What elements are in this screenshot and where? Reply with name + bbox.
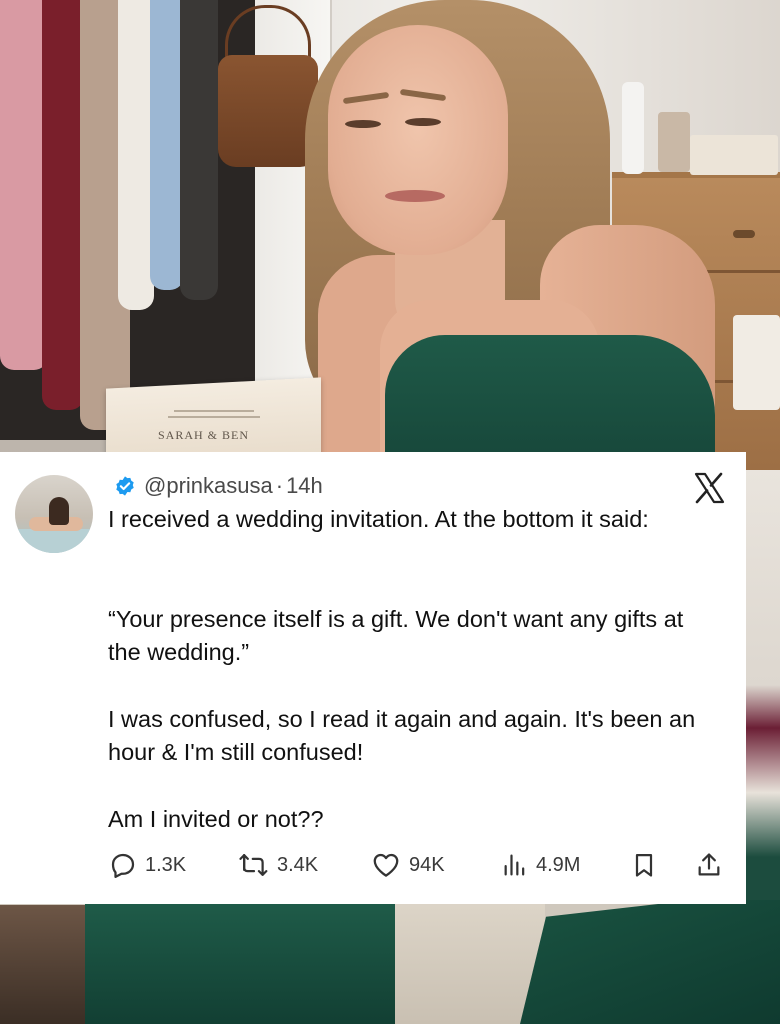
reply-button[interactable]: 1.3K — [108, 848, 186, 882]
repost-button[interactable]: 3.4K — [238, 848, 318, 882]
bottle — [622, 82, 644, 174]
user-handle[interactable]: @prinkasusa — [144, 473, 273, 499]
repost-icon — [239, 854, 268, 876]
green-skirt — [85, 900, 415, 1024]
bed-sheet — [395, 900, 545, 1024]
woman-face — [328, 25, 508, 255]
background-edge — [745, 470, 780, 900]
heart-icon — [373, 853, 399, 877]
share-icon — [698, 853, 720, 876]
verified-badge-icon — [116, 476, 134, 496]
reply-icon — [111, 853, 135, 878]
views-count: 4.9M — [536, 853, 581, 876]
bookmark-icon — [635, 853, 653, 877]
reply-count: 1.3K — [145, 853, 187, 876]
bookmark-button[interactable] — [630, 848, 665, 882]
like-count: 94K — [409, 853, 445, 876]
repost-count: 3.4K — [277, 853, 319, 876]
green-camisole — [385, 335, 715, 465]
separator-dot: · — [275, 473, 284, 498]
tweet-paragraph: Am I invited or not?? — [108, 806, 324, 832]
gift-box — [733, 315, 780, 410]
cup — [658, 112, 690, 172]
like-button[interactable]: 94K — [370, 848, 445, 882]
tweet-header: @prinkasusa · 14h — [114, 472, 323, 500]
timestamp[interactable]: 14h — [286, 473, 323, 499]
clothes-rack — [0, 0, 255, 440]
woman-mouth — [385, 190, 445, 202]
tweet-body: I received a wedding invitation. At the … — [108, 503, 708, 836]
tweet-paragraph: “Your presence itself is a gift. We don'… — [108, 606, 684, 665]
share-button[interactable] — [695, 848, 730, 882]
handbag — [218, 55, 318, 167]
x-logo-icon[interactable] — [692, 471, 726, 505]
tweet-actions: 1.3K 3.4K 94K 4.9M — [108, 848, 728, 882]
avatar[interactable] — [15, 475, 93, 553]
invitation-names: SARAH & BEN — [158, 428, 250, 442]
views-icon — [504, 854, 525, 876]
storage-box — [690, 135, 778, 175]
views-button[interactable]: 4.9M — [501, 848, 580, 882]
tweet-paragraph: I received a wedding invitation. At the … — [108, 506, 649, 532]
tweet-paragraph: I was confused, so I read it again and a… — [108, 706, 696, 765]
